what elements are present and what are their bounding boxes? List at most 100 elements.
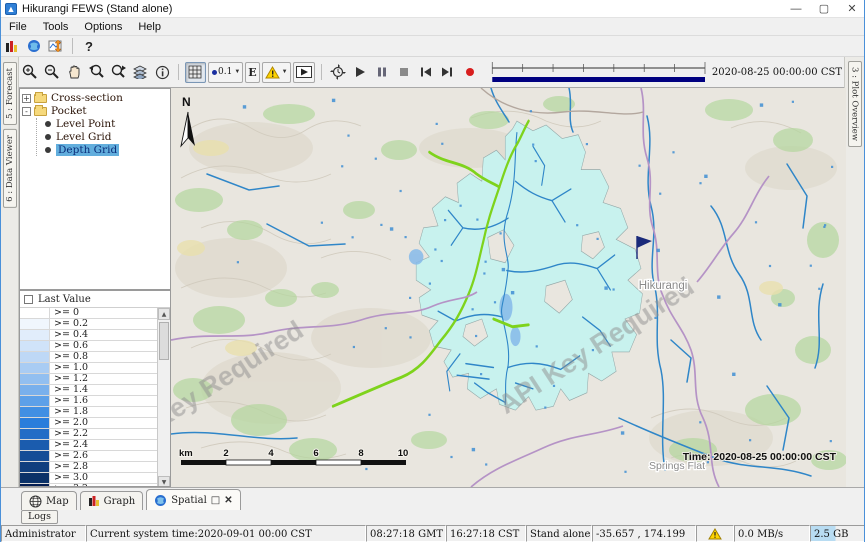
status-system-time: Current system time:2020-09-01 00:00 CST <box>86 525 366 542</box>
close-tab-icon[interactable]: ✕ <box>224 495 232 506</box>
legend-row[interactable]: >= 1.4 <box>20 385 157 396</box>
tree-item-label[interactable]: Level Grid <box>56 131 112 143</box>
time-slider[interactable] <box>491 59 706 85</box>
legend-row[interactable]: >= 1.2 <box>20 374 157 385</box>
legend-color-swatch <box>20 407 50 417</box>
zoom-next-icon[interactable] <box>107 62 129 82</box>
zoom-previous-icon[interactable] <box>85 62 107 82</box>
legend-row[interactable]: >= 2.8 <box>20 462 157 473</box>
thresholds-warning-dropdown[interactable]: ▼ <box>262 62 291 83</box>
map-viewport[interactable]: API Key Required API Key Required Hikura… <box>171 88 846 487</box>
globe-icon <box>154 494 167 507</box>
legend-row[interactable]: >= 0 <box>20 308 157 319</box>
tree-item-depth-grid[interactable]: Depth Grid <box>43 144 168 156</box>
right-tab-strip: 3 : Plot Overview <box>844 57 864 487</box>
legend-color-swatch <box>20 385 50 395</box>
zoom-in-icon[interactable] <box>19 62 41 82</box>
tree-item-level-grid[interactable]: Level Grid <box>43 131 168 143</box>
window-title: Hikurangi FEWS (Stand alone) <box>22 3 172 15</box>
tree-item-cross-section[interactable]: + Cross-section <box>22 92 168 104</box>
tab-spatial[interactable]: Spatial □ ✕ <box>146 489 240 510</box>
tab-graph[interactable]: Graph <box>80 491 144 510</box>
menu-help[interactable]: Help <box>130 21 169 33</box>
help-icon[interactable]: ? <box>78 36 100 56</box>
tree-item-label[interactable]: Pocket <box>51 105 87 117</box>
legend-row[interactable]: >= 1.6 <box>20 396 157 407</box>
tab-data-viewer[interactable]: 6 : Data Viewer <box>3 129 17 208</box>
tab-forecast[interactable]: 5 : Forecast <box>3 62 17 125</box>
info-icon[interactable] <box>151 62 173 82</box>
tab-map[interactable]: Map <box>21 491 77 510</box>
scroll-down-icon[interactable]: ▼ <box>158 476 170 487</box>
minimize-button[interactable]: — <box>782 0 810 17</box>
tree-item-level-point[interactable]: Level Point <box>43 118 168 130</box>
legend-color-swatch <box>20 363 50 373</box>
bullet-icon <box>45 134 51 140</box>
status-user: Administrator <box>1 525 86 542</box>
play-icon[interactable] <box>349 62 371 82</box>
legend-row[interactable]: >= 1.8 <box>20 407 157 418</box>
chevron-down-icon: ▼ <box>282 69 288 75</box>
menu-options[interactable]: Options <box>76 21 130 33</box>
tab-plot-overview[interactable]: 3 : Plot Overview <box>848 61 862 147</box>
step-forward-icon[interactable] <box>437 62 459 82</box>
legend-row-label: >= 1.4 <box>50 385 88 395</box>
legend-row-label: >= 1.6 <box>50 396 88 406</box>
tree-item-label-selected[interactable]: Depth Grid <box>56 144 119 156</box>
legend-row-label: >= 2.2 <box>50 429 88 439</box>
bullet-icon <box>45 121 51 127</box>
animation-settings-icon[interactable] <box>327 62 349 82</box>
legend-row[interactable]: >= 0.2 <box>20 319 157 330</box>
map-canvas[interactable]: API Key Required API Key Required Hikura… <box>171 88 846 487</box>
legend-row-label: >= 1.0 <box>50 363 88 373</box>
grid-display-button[interactable] <box>185 62 206 83</box>
spatial-display-icon[interactable] <box>45 36 67 56</box>
legend-panel: Last Value >= 0 >= 0.2 >= 0.4 >= 0.6 >= … <box>19 290 171 487</box>
maximize-button[interactable]: ▢ <box>810 0 838 17</box>
legend-row[interactable]: >= 2.0 <box>20 418 157 429</box>
menu-file[interactable]: File <box>1 21 35 33</box>
legend-row[interactable]: >= 2.6 <box>20 451 157 462</box>
legend-row[interactable]: >= 3.0 <box>20 473 157 484</box>
legend-row-label: >= 2.4 <box>50 440 88 450</box>
tab-spatial-label: Spatial <box>171 495 207 506</box>
step-backward-icon[interactable] <box>415 62 437 82</box>
tree-item-label[interactable]: Level Point <box>56 118 115 130</box>
legend-row[interactable]: >= 0.8 <box>20 352 157 363</box>
bar-chart-icon <box>88 495 100 507</box>
legend-color-swatch <box>20 396 50 406</box>
movie-player-button[interactable] <box>293 62 315 83</box>
pause-icon[interactable] <box>371 62 393 82</box>
threshold-dropdown[interactable]: 0.1 ▼ <box>208 62 243 83</box>
tree-item-label[interactable]: Cross-section <box>51 92 123 104</box>
zoom-out-icon[interactable] <box>41 62 63 82</box>
legend-row[interactable]: >= 1.0 <box>20 363 157 374</box>
legend-color-swatch <box>20 352 50 362</box>
layers-icon[interactable] <box>129 62 151 82</box>
last-value-checkbox[interactable] <box>24 295 33 304</box>
restore-pane-icon[interactable]: □ <box>211 495 220 506</box>
legend-row[interactable]: >= 0.6 <box>20 341 157 352</box>
status-warning-cell[interactable] <box>696 525 734 542</box>
menu-tools[interactable]: Tools <box>35 21 77 33</box>
legend-row[interactable]: >= 2.2 <box>20 429 157 440</box>
stop-icon[interactable] <box>393 62 415 82</box>
legend-row[interactable]: >= 0.4 <box>20 330 157 341</box>
scrollbar-thumb[interactable] <box>159 322 169 360</box>
legend-row[interactable]: >= 2.4 <box>20 440 157 451</box>
record-icon[interactable] <box>459 62 481 82</box>
data-display-icon[interactable] <box>1 36 23 56</box>
close-button[interactable]: ✕ <box>838 0 865 17</box>
logs-button[interactable]: Logs <box>21 510 58 524</box>
legend-row-label: >= 1.8 <box>50 407 88 417</box>
legend-scrollbar[interactable]: ▲ ▼ <box>157 308 170 487</box>
logs-row: Logs <box>1 510 865 525</box>
pan-hand-icon[interactable] <box>63 62 85 82</box>
map-display-icon[interactable] <box>23 36 45 56</box>
scroll-up-icon[interactable]: ▲ <box>158 308 170 320</box>
tree-item-pocket[interactable]: - Pocket <box>22 105 168 117</box>
expand-icon[interactable]: + <box>22 94 31 103</box>
status-memory[interactable]: 2.5 GB <box>810 525 865 542</box>
labels-toggle-button[interactable]: E <box>245 62 259 83</box>
collapse-icon[interactable]: - <box>22 107 31 116</box>
